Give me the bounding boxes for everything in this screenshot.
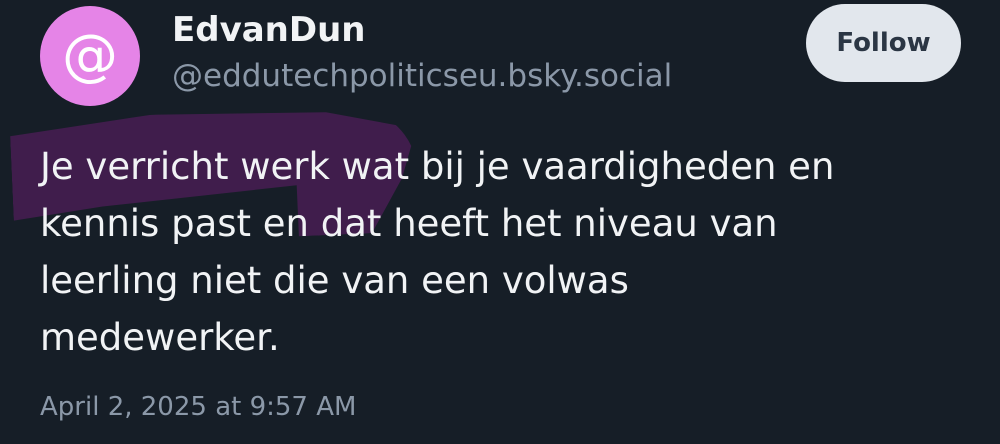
avatar[interactable]: @ <box>40 6 140 106</box>
author-display-name[interactable]: EdvanDun <box>172 10 366 50</box>
post-text-line: leerling niet die van een volwas <box>40 259 629 302</box>
post-text: Je verricht werk wat bij je vaardigheden… <box>40 138 970 366</box>
author-handle[interactable]: @eddutechpoliticseu.bsky.social <box>172 58 672 94</box>
follow-button[interactable]: Follow <box>806 4 961 82</box>
avatar-at-icon: @ <box>62 23 118 88</box>
post-container: @ EdvanDun @eddutechpoliticseu.bsky.soci… <box>0 0 1000 444</box>
post-text-line: medewerker. <box>40 316 280 359</box>
post-timestamp[interactable]: April 2, 2025 at 9:57 AM <box>40 392 356 422</box>
post-text-line: Je verricht werk wat bij je vaardigheden… <box>40 145 835 188</box>
post-text-line: kennis past en dat heeft het niveau van <box>40 202 778 245</box>
